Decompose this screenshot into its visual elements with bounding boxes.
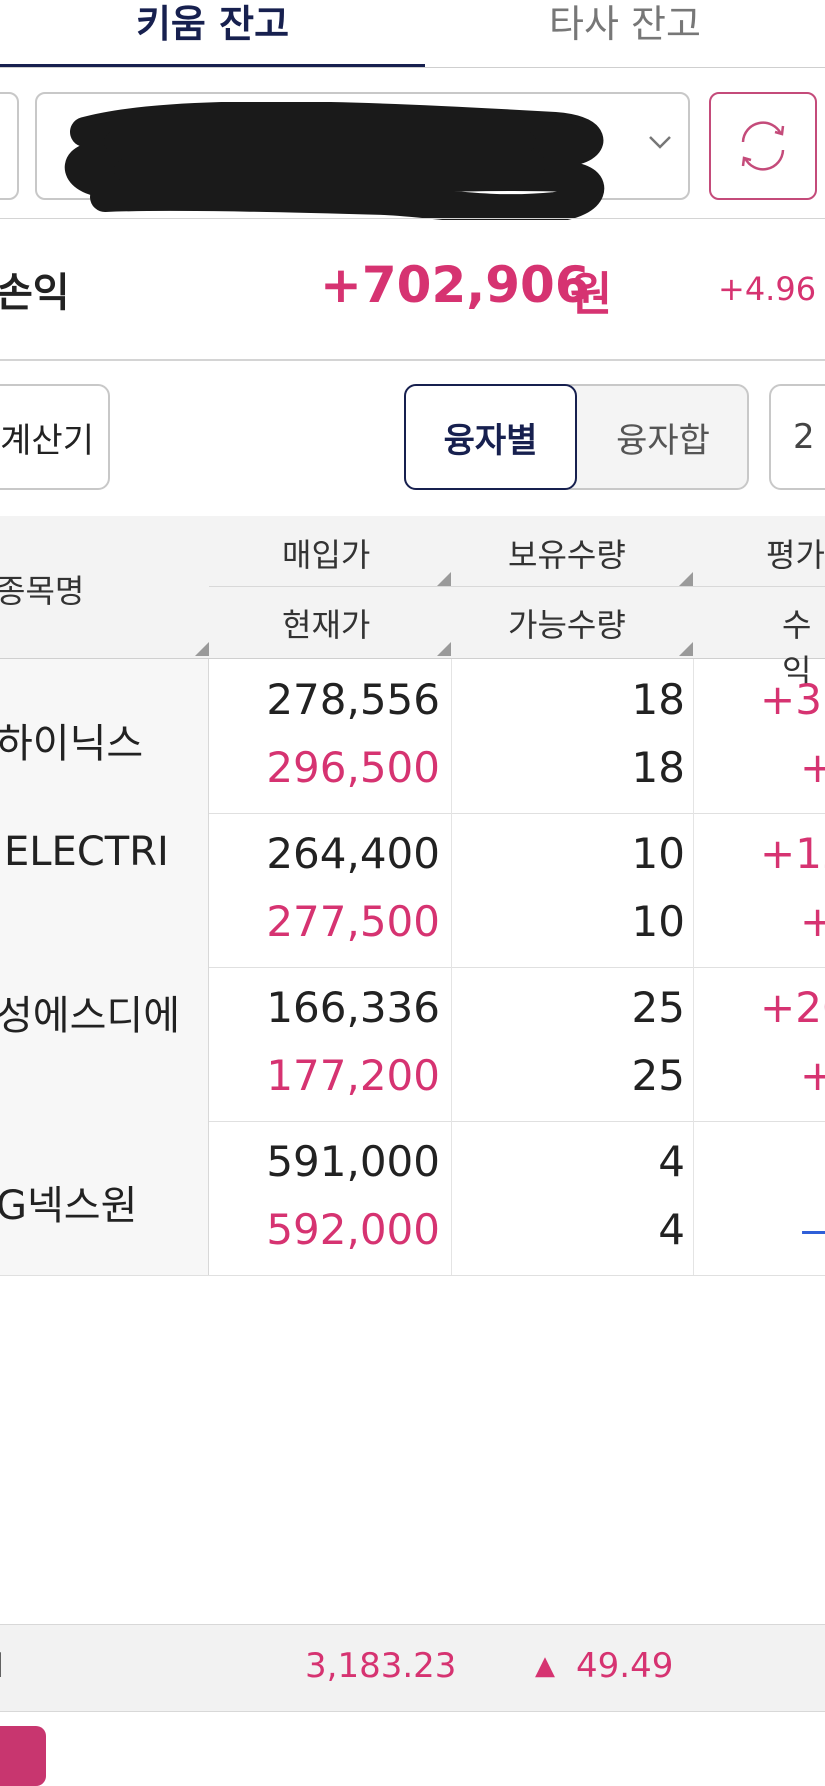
available-qty: 25 — [631, 1051, 685, 1100]
available-qty: 18 — [631, 743, 685, 792]
col-divider — [693, 967, 694, 1121]
floating-action-button[interactable] — [0, 1726, 46, 1786]
sort-corner-icon — [437, 572, 451, 586]
stock-name: 하이닉스 — [0, 721, 144, 767]
buy-price: 264,400 — [266, 829, 440, 878]
index-value: 3,183.23 — [305, 1646, 457, 1686]
table-row[interactable]: 하이닉스 278,556 296,500 18 18 +31 + — [0, 659, 825, 814]
eval-amount: +26 — [760, 983, 825, 1032]
header-buy-price[interactable]: 매입가 — [282, 530, 370, 576]
stock-name-cell: 하이닉스 — [0, 659, 209, 813]
header-holding-qty[interactable]: 보유수량 — [508, 530, 626, 576]
refresh-button[interactable] — [709, 92, 817, 200]
chevron-down-icon — [649, 136, 671, 149]
sort-corner-icon — [679, 572, 693, 586]
stock-name-cell: 성에스디에 — [0, 967, 209, 1121]
holding-qty: 4 — [658, 1137, 685, 1186]
divider — [0, 359, 825, 361]
profit-rate-cell: + — [800, 743, 825, 792]
profit-rate-cell: + — [800, 897, 825, 946]
sort-corner-icon — [437, 642, 451, 656]
header-eval[interactable]: 평가 — [766, 530, 825, 576]
eval-amount: +12 — [760, 829, 825, 878]
stock-name-cell: ELECTRI — [0, 813, 209, 967]
profit-rate-cell: + — [800, 1051, 825, 1100]
sort-corner-icon — [195, 642, 209, 656]
current-price: 177,200 — [266, 1051, 440, 1100]
holding-qty: 10 — [631, 829, 685, 878]
stock-name-cell: G넥스원 — [0, 1121, 209, 1275]
profit-label: 손익 — [0, 270, 70, 316]
holding-qty: 25 — [631, 983, 685, 1032]
redaction-scribble — [65, 102, 605, 220]
stock-name: G넥스원 — [0, 1183, 138, 1229]
more-button[interactable]: 2 — [769, 384, 825, 490]
tab-kiwoom-balance[interactable]: 키움 잔고 — [0, 0, 425, 60]
col-divider — [451, 659, 452, 813]
loan-total-button[interactable]: 융자합 — [578, 384, 748, 490]
tab-other-balance[interactable]: 타사 잔고 — [425, 0, 825, 60]
buy-price: 166,336 — [266, 983, 440, 1032]
table-header: 종목명 매입가 현재가 보유수량 가능수량 평가 수익 — [0, 516, 825, 690]
index-change: 49.49 — [576, 1646, 674, 1686]
holding-qty: 18 — [631, 675, 685, 724]
account-select[interactable] — [35, 92, 690, 220]
stock-name: 성에스디에 — [0, 993, 180, 1039]
buy-price: 591,000 — [266, 1137, 440, 1186]
available-qty: 4 — [658, 1205, 685, 1254]
divider — [0, 218, 825, 219]
up-arrow-icon: ▲ — [535, 1651, 555, 1681]
stock-name: ELECTRI — [4, 829, 169, 875]
eval-amount: +31 — [760, 675, 825, 724]
sort-corner-icon — [679, 642, 693, 656]
profit-rate: +4.96 — [718, 270, 817, 308]
refresh-icon — [741, 121, 785, 171]
profit-rate-cell: — — [800, 1205, 825, 1254]
account-type-select[interactable] — [0, 92, 19, 200]
col-divider — [451, 1121, 452, 1275]
col-divider — [693, 1121, 694, 1275]
index-name: I — [0, 1646, 4, 1686]
header-available-qty[interactable]: 가능수량 — [508, 600, 626, 646]
header-current-price[interactable]: 현재가 — [282, 600, 370, 646]
tab-divider — [0, 67, 825, 68]
col-divider — [693, 813, 694, 967]
col-divider — [451, 813, 452, 967]
header-divider — [209, 586, 825, 587]
table-row[interactable]: 성에스디에 166,336 177,200 25 25 +26 + — [0, 967, 825, 1122]
current-price: 277,500 — [266, 897, 440, 946]
current-price: 592,000 — [266, 1205, 440, 1254]
buy-price: 278,556 — [266, 675, 440, 724]
header-name[interactable]: 종목명 — [0, 566, 84, 612]
table-row[interactable]: ELECTRI 264,400 277,500 10 10 +12 + — [0, 813, 825, 968]
loan-individual-button[interactable]: 융자별 — [404, 384, 577, 490]
current-price: 296,500 — [266, 743, 440, 792]
profit-value: +702,906 — [320, 256, 590, 314]
profit-unit: 원 — [570, 267, 613, 321]
col-divider — [451, 967, 452, 1121]
calculator-button[interactable]: 계산기 — [0, 384, 110, 490]
table-row[interactable]: G넥스원 591,000 592,000 4 4 — — [0, 1121, 825, 1276]
available-qty: 10 — [631, 897, 685, 946]
col-divider — [693, 659, 694, 813]
